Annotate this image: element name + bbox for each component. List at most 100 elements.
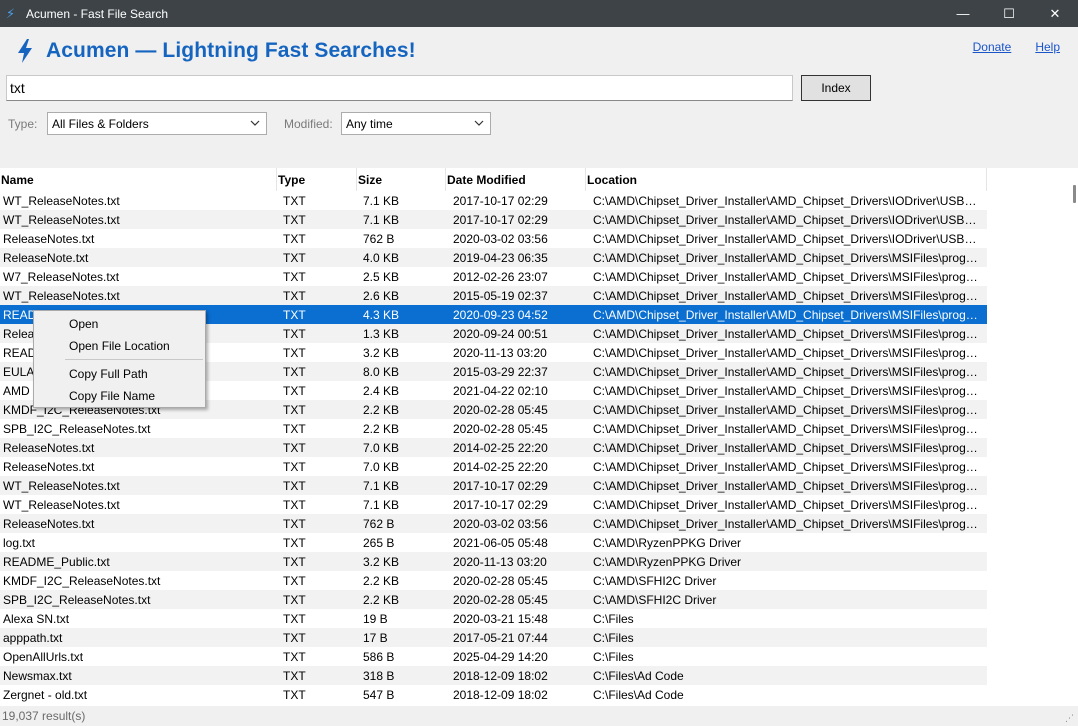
cell-location: C:\AMD\SFHI2C Driver: [593, 592, 717, 607]
cell-type: TXT: [283, 231, 306, 246]
cell-type: TXT: [283, 307, 306, 322]
cell-type: TXT: [283, 478, 306, 493]
menu-item-copy-full-path[interactable]: Copy Full Path: [35, 363, 204, 384]
menu-item-copy-file-name[interactable]: Copy File Name: [35, 385, 204, 406]
table-row[interactable]: W7_ReleaseNotes.txt TXT 2.5 KB 2012-02-26 2…: [0, 267, 987, 286]
table-row[interactable]: README_Public.txt TXT 3.2 KB 2020-11-13 03:…: [0, 552, 987, 571]
cell-date-modified: 2020-02-28 05:45: [453, 421, 548, 436]
cell-location: C:\AMD\Chipset_Driver_Installer\AMD_Chip…: [593, 345, 987, 360]
table-row[interactable]: ReleaseNotes.txt TXT 762 B 2020-03-02 03:56…: [0, 229, 987, 248]
header: Acumen — Lightning Fast Searches! Donate…: [0, 27, 1078, 167]
cell-type: TXT: [283, 687, 306, 702]
lightning-icon: [18, 39, 32, 63]
cell-size: 4.3 KB: [363, 307, 400, 322]
help-link[interactable]: Help: [1035, 40, 1060, 54]
minimize-button[interactable]: —: [940, 0, 986, 27]
cell-location: C:\AMD\Chipset_Driver_Installer\AMD_Chip…: [593, 250, 987, 265]
cell-date-modified: 2020-11-13 03:20: [453, 554, 547, 569]
cell-date-modified: 2018-12-09 18:02: [453, 687, 548, 702]
cell-location: C:\AMD\Chipset_Driver_Installer\AMD_Chip…: [593, 307, 987, 322]
table-row[interactable]: WT_ReleaseNotes.txt TXT 7.1 KB 2017-10-17 0…: [0, 191, 987, 210]
scrollbar-thumb[interactable]: [1073, 185, 1076, 203]
column-header-type[interactable]: Type: [277, 168, 357, 191]
cell-type: TXT: [283, 535, 306, 550]
cell-size: 7.1 KB: [363, 478, 400, 493]
cell-type: TXT: [283, 630, 306, 645]
index-button[interactable]: Index: [801, 75, 871, 101]
table-row[interactable]: apppath.txt TXT 17 B 2017-05-21 07:44 C:\Fil…: [0, 628, 987, 647]
table-row[interactable]: ReleaseNotes.txt TXT 7.0 KB 2014-02-25 22:2…: [0, 438, 987, 457]
cell-name: ReleaseNote.txt: [3, 250, 89, 265]
table-row[interactable]: WT_ReleaseNotes.txt TXT 2.6 KB 2015-05-19 0…: [0, 286, 987, 305]
table-row[interactable]: ReleaseNotes.txt TXT 7.0 KB 2014-02-25 22:2…: [0, 457, 987, 476]
type-filter-select[interactable]: All Files & Folders: [47, 112, 267, 135]
table-row[interactable]: SPB_I2C_ReleaseNotes.txt TXT 2.2 KB 2020-02…: [0, 590, 987, 609]
cell-date-modified: 2021-06-05 05:48: [453, 535, 548, 550]
cell-date-modified: 2020-09-24 00:51: [453, 326, 548, 341]
cell-size: 17 B: [363, 630, 388, 645]
vertical-scrollbar[interactable]: [1070, 168, 1078, 706]
column-header-size[interactable]: Size: [357, 168, 446, 191]
cell-date-modified: 2020-02-28 05:45: [453, 402, 548, 417]
column-header-date-modified[interactable]: Date Modified: [446, 168, 586, 191]
menu-item-open-file-location[interactable]: Open File Location: [35, 335, 204, 356]
cell-name: WT_ReleaseNotes.txt: [3, 193, 120, 208]
donate-link[interactable]: Donate: [973, 40, 1012, 54]
cell-date-modified: 2020-03-21 15:48: [453, 611, 548, 626]
cell-type: TXT: [283, 364, 306, 379]
table-row[interactable]: log.txt TXT 265 B 2021-06-05 05:48 C:\AMD\Ry…: [0, 533, 987, 552]
cell-name: ReleaseNotes.txt: [3, 459, 95, 474]
cell-type: TXT: [283, 326, 306, 341]
table-row[interactable]: Zergnet - old.txt TXT 547 B 2018-12-09 18:0…: [0, 685, 987, 704]
search-input[interactable]: [6, 75, 793, 101]
table-row[interactable]: KMDF_I2C_ReleaseNotes.txt TXT 2.2 KB 2020-0…: [0, 571, 987, 590]
table-row[interactable]: Alexa SN.txt TXT 19 B 2020-03-21 15:48 C:\Fi…: [0, 609, 987, 628]
table-row[interactable]: Newsmax.txt TXT 318 B 2018-12-09 18:02 C:\Fi…: [0, 666, 987, 685]
chevron-down-icon: [474, 120, 484, 126]
brand: Acumen — Lightning Fast Searches!: [16, 39, 416, 63]
cell-name: ReleaseNotes.txt: [3, 440, 95, 455]
modified-filter-select[interactable]: Any time: [341, 112, 491, 135]
cell-name: WT_ReleaseNotes.txt: [3, 288, 120, 303]
cell-name: Newsmax.txt: [3, 668, 72, 683]
cell-type: TXT: [283, 193, 306, 208]
table-row[interactable]: WT_ReleaseNotes.txt TXT 7.1 KB 2017-10-17 0…: [0, 476, 987, 495]
table-row[interactable]: ReleaseNotes.txt TXT 762 B 2020-03-02 03:56…: [0, 514, 987, 533]
column-header-location[interactable]: Location: [586, 168, 987, 191]
menu-item-open[interactable]: Open: [35, 313, 204, 334]
cell-location: C:\AMD\Chipset_Driver_Installer\AMD_Chip…: [593, 383, 987, 398]
cell-type: TXT: [283, 592, 306, 607]
cell-date-modified: 2020-09-23 04:52: [453, 307, 548, 322]
cell-date-modified: 2012-02-26 23:07: [453, 269, 548, 284]
app-icon: ⚡: [6, 5, 16, 21]
status-bar: 19,037 result(s) ⋰: [0, 706, 1078, 726]
result-count: 19,037 result(s): [2, 709, 86, 723]
cell-type: TXT: [283, 345, 306, 360]
cell-type: TXT: [283, 573, 306, 588]
table-row[interactable]: SPB_I2C_ReleaseNotes.txt TXT 2.2 KB 2020-02…: [0, 419, 987, 438]
table-row[interactable]: WT_ReleaseNotes.txt TXT 7.1 KB 2017-10-17 0…: [0, 210, 987, 229]
cell-size: 1.3 KB: [363, 326, 400, 341]
resize-grip-icon[interactable]: ⋰: [1065, 713, 1075, 723]
cell-name: KMDF_I2C_ReleaseNotes.txt: [3, 573, 161, 588]
cell-location: C:\AMD\Chipset_Driver_Installer\AMD_Chip…: [593, 326, 987, 341]
cell-type: TXT: [283, 212, 306, 227]
cell-size: 265 B: [363, 535, 395, 550]
cell-name: ReleaseNotes.txt: [3, 231, 95, 246]
table-row[interactable]: ReleaseNote.txt TXT 4.0 KB 2019-04-23 06:35…: [0, 248, 987, 267]
maximize-button[interactable]: ☐: [986, 0, 1032, 27]
table-row[interactable]: WT_ReleaseNotes.txt TXT 7.1 KB 2017-10-17 0…: [0, 495, 987, 514]
cell-date-modified: 2015-05-19 02:37: [453, 288, 548, 303]
cell-date-modified: 2020-11-13 03:20: [453, 345, 547, 360]
cell-name: README_Public.txt: [3, 554, 110, 569]
cell-size: 762 B: [363, 516, 395, 531]
column-header-name[interactable]: Name: [0, 168, 277, 191]
title-bar: ⚡ Acumen - Fast File Search — ☐ ✕: [0, 0, 1078, 27]
table-row[interactable]: OpenAllUrls.txt TXT 586 B 2025-04-29 14:20 C…: [0, 647, 987, 666]
cell-location: C:\AMD\Chipset_Driver_Installer\AMD_Chip…: [593, 193, 987, 208]
chevron-down-icon: [250, 120, 260, 126]
cell-location: C:\AMD\Chipset_Driver_Installer\AMD_Chip…: [593, 478, 987, 493]
results-table: Name Type Size Date Modified Location WT…: [0, 168, 1078, 706]
close-button[interactable]: ✕: [1032, 0, 1078, 27]
cell-size: 2.2 KB: [363, 592, 400, 607]
